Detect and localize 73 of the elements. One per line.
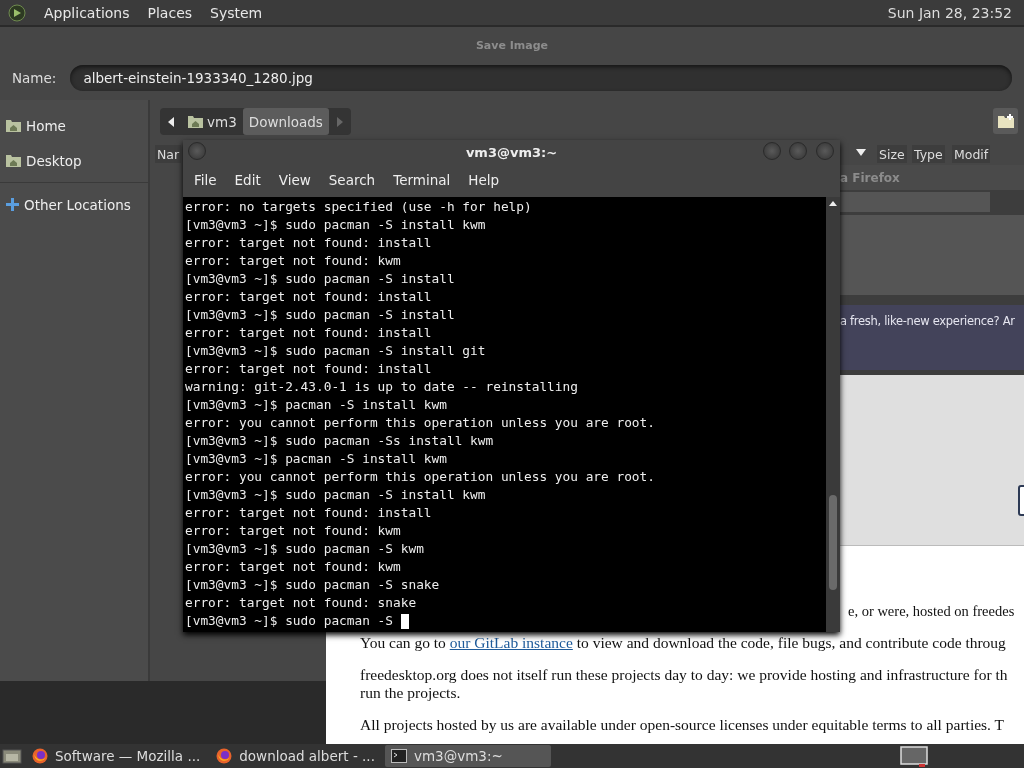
taskbar-button[interactable]: download albert - ... <box>210 745 381 767</box>
dropdown-arrow-icon[interactable] <box>856 149 866 156</box>
paragraph: You can go to our GitLab instance to view and download the code, file bugs, and contribute code throug <box>360 634 1007 652</box>
name-field[interactable]: albert-einstein-1933340_1280.jpg <box>70 65 1012 91</box>
column-header[interactable]: Size <box>877 145 907 163</box>
show-desktop-icon[interactable] <box>2 747 22 765</box>
terminal-line: [vm3@vm3 ~]$ sudo pacman -S install kwm <box>185 486 486 504</box>
column-header[interactable]: Type <box>912 145 945 163</box>
terminal-line: error: target not found: kwm <box>185 252 401 270</box>
column-header[interactable]: Modif <box>952 145 991 163</box>
dialog-title: Save Image <box>475 38 549 52</box>
gitlab-link[interactable]: our GitLab instance <box>449 634 573 651</box>
menu-item[interactable]: View <box>269 172 320 188</box>
terminal-line: error: you cannot perform this operation unless you are root. <box>185 468 655 486</box>
paragraph: All projects hosted by us are available under open-source licenses under equitable terms to all parties. T <box>360 716 1006 734</box>
terminal-line: [vm3@vm3 ~]$ sudo pacman -S install kwm <box>185 216 486 234</box>
terminal-line: error: no targets specified (use -h for help) <box>185 198 532 216</box>
menu-item[interactable]: Search <box>319 172 385 188</box>
path-button[interactable]: vm3 <box>182 108 243 135</box>
paragraph: e, or were, hosted on freedes <box>848 602 1016 620</box>
terminal-line: [vm3@vm3 ~]$ sudo pacman -Ss install kwm <box>185 432 494 450</box>
panel-menu[interactable]: Places <box>147 4 193 21</box>
terminal-line: [vm3@vm3 ~]$ sudo pacman -S kwm <box>185 540 424 558</box>
path-button[interactable]: Downloads <box>242 108 329 135</box>
menu-item[interactable]: File <box>185 172 226 188</box>
terminal-line: [vm3@vm3 ~]$ sudo pacman -S snake <box>185 576 440 594</box>
text-cursor <box>400 613 409 629</box>
terminal-line: error: target not found: kwm <box>185 522 401 540</box>
column-header[interactable]: Nar <box>155 145 182 163</box>
terminal-line: [vm3@vm3 ~]$ sudo pacman -S install <box>185 270 455 288</box>
new-folder-button[interactable] <box>993 108 1018 134</box>
terminal-line: error: target not found: install <box>185 360 432 378</box>
terminal-icon <box>390 749 407 763</box>
terminal-line: error: you cannot perform this operation unless you are root. <box>185 414 655 432</box>
paragraph: freedesktop.org does not itself run these projects day to day: we provide hosting and infrastructure for th run the projects. <box>360 666 1009 702</box>
logo-icon[interactable] <box>8 3 26 22</box>
home-folder-icon <box>188 115 203 128</box>
taskbar-button[interactable]: vm3@vm3:~ <box>384 745 551 767</box>
terminal-line: error: target not found: install <box>185 288 432 306</box>
terminal-line: error: target not found: kwm <box>185 558 401 576</box>
menu-item[interactable]: Help <box>459 172 509 188</box>
place-item[interactable]: Home <box>0 108 148 143</box>
terminal-line: warning: git-2.43.0-1 is up to date -- reinstalling <box>185 378 578 396</box>
terminal-line: error: target not found: install <box>185 234 432 252</box>
terminal-line: [vm3@vm3 ~]$ sudo pacman -S install git <box>185 342 486 360</box>
place-item[interactable]: Desktop <box>0 143 148 178</box>
menu-item[interactable]: Terminal <box>384 172 460 188</box>
monitor-icon[interactable] <box>899 745 929 767</box>
panel-menu[interactable]: Applications <box>44 4 130 21</box>
browser-icon <box>216 748 233 764</box>
new-folder-icon <box>997 114 1014 128</box>
scroll-up-arrow-icon[interactable] <box>829 201 837 206</box>
terminal-line: [vm3@vm3 ~]$ sudo pacman -S <box>185 612 395 630</box>
scrollbar-thumb[interactable] <box>829 495 837 590</box>
terminal-line: [vm3@vm3 ~]$ pacman -S install kwm <box>185 396 447 414</box>
clock[interactable]: Sun Jan 28, 23:52 <box>887 4 1016 21</box>
menu-item[interactable]: Edit <box>225 172 270 188</box>
terminal-line: [vm3@vm3 ~]$ pacman -S install kwm <box>185 450 447 468</box>
window-title: vm3@vm3:~ <box>465 145 558 160</box>
terminal-line: error: target not found: snake <box>185 594 417 612</box>
terminal-line: error: target not found: install <box>185 324 432 342</box>
name-label: Name: <box>12 70 57 86</box>
browser-icon <box>32 748 48 764</box>
terminal-line: error: target not found: install <box>185 504 432 522</box>
panel-menu[interactable]: System <box>210 4 263 21</box>
terminal-line: [vm3@vm3 ~]$ sudo pacman -S install <box>185 306 455 324</box>
taskbar-button[interactable]: Software — Mozilla ... <box>26 745 207 767</box>
notification-text: a fresh, like-new experience? Ar <box>840 305 1024 370</box>
scrollbar[interactable] <box>826 197 840 632</box>
plus-icon <box>6 198 19 211</box>
place-item[interactable]: Other Locations <box>0 187 148 222</box>
home-folder-icon <box>6 154 21 167</box>
home-folder-icon <box>6 119 21 132</box>
